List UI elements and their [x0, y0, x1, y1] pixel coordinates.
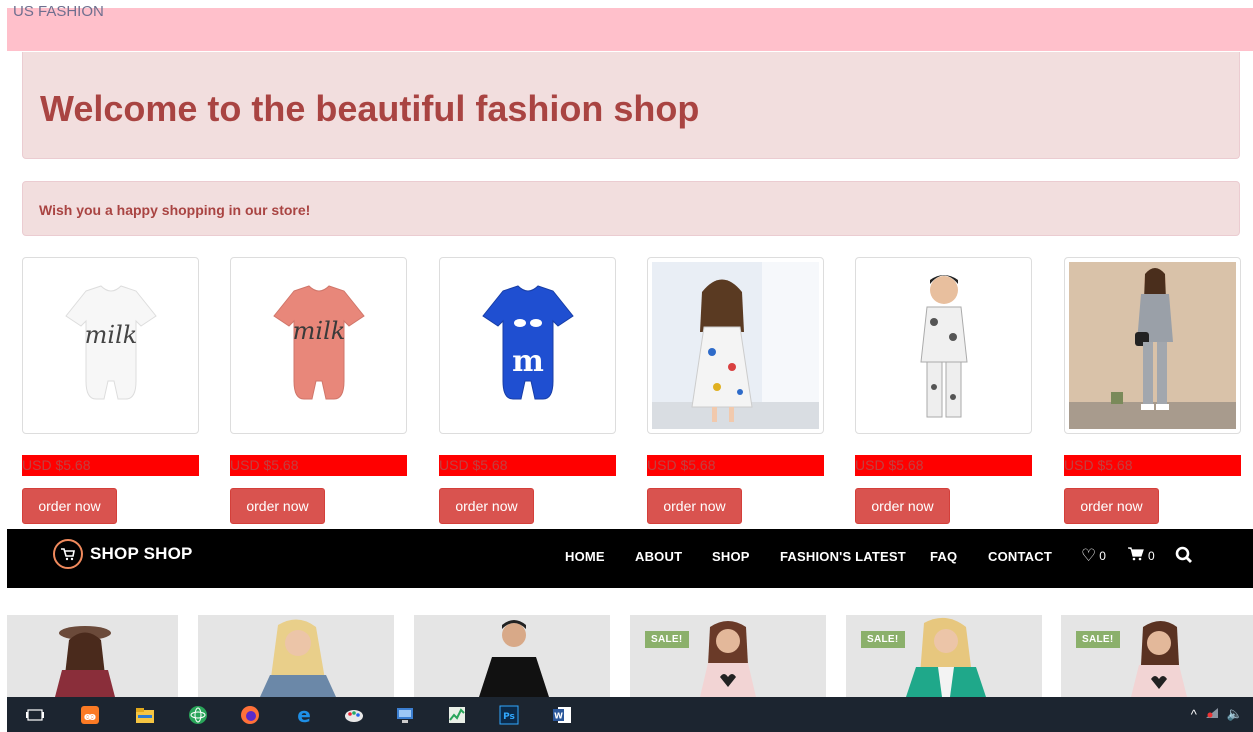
product-image[interactable] [855, 257, 1032, 434]
task-view-icon[interactable] [25, 705, 45, 725]
file-explorer-icon[interactable] [135, 705, 155, 725]
task-manager-icon[interactable] [447, 705, 467, 725]
word-icon[interactable]: W [552, 705, 572, 725]
product-price: USD $5.68 [647, 455, 824, 476]
svg-text:milk: milk [84, 321, 137, 349]
product-price: USD $5.68 [230, 455, 407, 476]
cart-logo-icon [53, 539, 83, 569]
photoshop-icon[interactable]: Ps [499, 705, 519, 725]
product-price: USD $5.68 [855, 455, 1032, 476]
system-tray: ^ 🔈 [1191, 706, 1243, 722]
product-image[interactable]: milk [22, 257, 199, 434]
product-card: milk USD $5.68 order now [230, 257, 407, 524]
brand-name: SHOP SHOP [90, 544, 193, 563]
gallery-card[interactable]: SALE! [846, 615, 1042, 697]
page-title: Welcome to the beautiful fashion shop [40, 88, 700, 129]
nav-contact[interactable]: CONTACT [988, 549, 1052, 564]
wishlist-count: 0 [1099, 548, 1106, 563]
model-heart-dress-image [700, 621, 756, 697]
order-now-button[interactable]: order now [1064, 488, 1159, 524]
product-image[interactable]: milk [230, 257, 407, 434]
product-card: USD $5.68 order now [1064, 257, 1241, 524]
nav-fashions-latest[interactable]: FASHION'S LATEST [780, 549, 906, 564]
product-image[interactable]: m [439, 257, 616, 434]
welcome-jumbotron: Welcome to the beautiful fashion shop [22, 52, 1240, 159]
model-heart-dress-image [1131, 621, 1187, 697]
gallery-card[interactable]: SALE! [630, 615, 826, 697]
product-price: USD $5.68 [439, 455, 616, 476]
main-navbar: SHOP SHOP HOME ABOUT SHOP FASHION'S LATE… [7, 529, 1253, 588]
nav-shop[interactable]: SHOP [712, 549, 750, 564]
model-black-dress-image [479, 620, 549, 697]
product-price: USD $5.68 [1064, 455, 1241, 476]
order-now-button[interactable]: order now [22, 488, 117, 524]
wishlist-button[interactable]: ♡ 0 [1081, 547, 1106, 564]
product-image[interactable] [1064, 257, 1241, 434]
cart-button[interactable]: 0 [1128, 547, 1155, 564]
pink-romper-image: milk [272, 284, 365, 399]
paint-icon[interactable] [344, 705, 364, 725]
model-blonde-image [260, 619, 336, 697]
order-now-button[interactable]: order now [855, 488, 950, 524]
girl-outfit-image [1069, 262, 1236, 429]
order-now-button[interactable]: order now [439, 488, 534, 524]
search-icon[interactable] [1175, 546, 1193, 564]
product-card: m USD $5.68 order now [439, 257, 616, 524]
blue-romper-image: m [481, 284, 574, 399]
svg-text:Ps: Ps [503, 712, 515, 722]
svg-text:milk: milk [292, 317, 345, 345]
gallery-card[interactable] [198, 615, 394, 697]
welcome-alert: Wish you a happy shopping in our store! [22, 181, 1240, 236]
chevron-up-icon[interactable]: ^ [1191, 707, 1197, 722]
svg-text:m: m [512, 344, 544, 379]
svg-text:W: W [554, 712, 563, 721]
product-card: USD $5.68 order now [855, 257, 1032, 524]
heart-icon: ♡ [1081, 546, 1097, 565]
edge-icon[interactable]: e [294, 703, 314, 727]
atom-icon[interactable] [188, 705, 208, 725]
volume-icon[interactable]: 🔈 [1227, 706, 1243, 722]
sale-badge: SALE! [645, 631, 689, 648]
order-now-button[interactable]: order now [230, 488, 325, 524]
girl-dress-image [652, 262, 819, 429]
order-now-button[interactable]: order now [647, 488, 742, 524]
cart-count: 0 [1148, 548, 1155, 563]
network-icon[interactable] [1205, 707, 1219, 722]
firefox-icon[interactable] [240, 705, 260, 725]
svg-text:e: e [297, 705, 311, 725]
gallery-card[interactable] [7, 615, 178, 697]
nav-home[interactable]: HOME [565, 549, 605, 564]
nav-about[interactable]: ABOUT [635, 549, 682, 564]
product-price: USD $5.68 [22, 455, 199, 476]
product-card: milk USD $5.68 order now [22, 257, 199, 524]
alert-message: Wish you a happy shopping in our store! [39, 202, 311, 218]
xampp-icon[interactable]: ꙭ [80, 705, 100, 725]
product-image[interactable] [647, 257, 824, 434]
brand-link[interactable]: SHOP SHOP [53, 539, 193, 569]
sale-badge: SALE! [1076, 631, 1120, 648]
nav-faq[interactable]: FAQ [930, 549, 957, 564]
gallery-card[interactable] [414, 615, 610, 697]
sale-badge: SALE! [861, 631, 905, 648]
svg-text:ꙭ: ꙭ [84, 710, 96, 723]
cart-icon [1128, 547, 1144, 564]
gallery-card[interactable]: SALE! [1061, 615, 1253, 697]
white-romper-image: milk [64, 284, 157, 399]
remote-desktop-icon[interactable] [395, 705, 415, 725]
site-header: US FASHION [7, 3, 1253, 51]
product-card: USD $5.68 order now [647, 257, 824, 524]
site-title: US FASHION [13, 3, 104, 20]
boy-suit-image [888, 262, 999, 429]
model-green-top-image [906, 617, 986, 697]
model-hat-image [55, 626, 115, 697]
os-taskbar: ꙭ e Ps W ^ 🔈 [7, 697, 1253, 732]
